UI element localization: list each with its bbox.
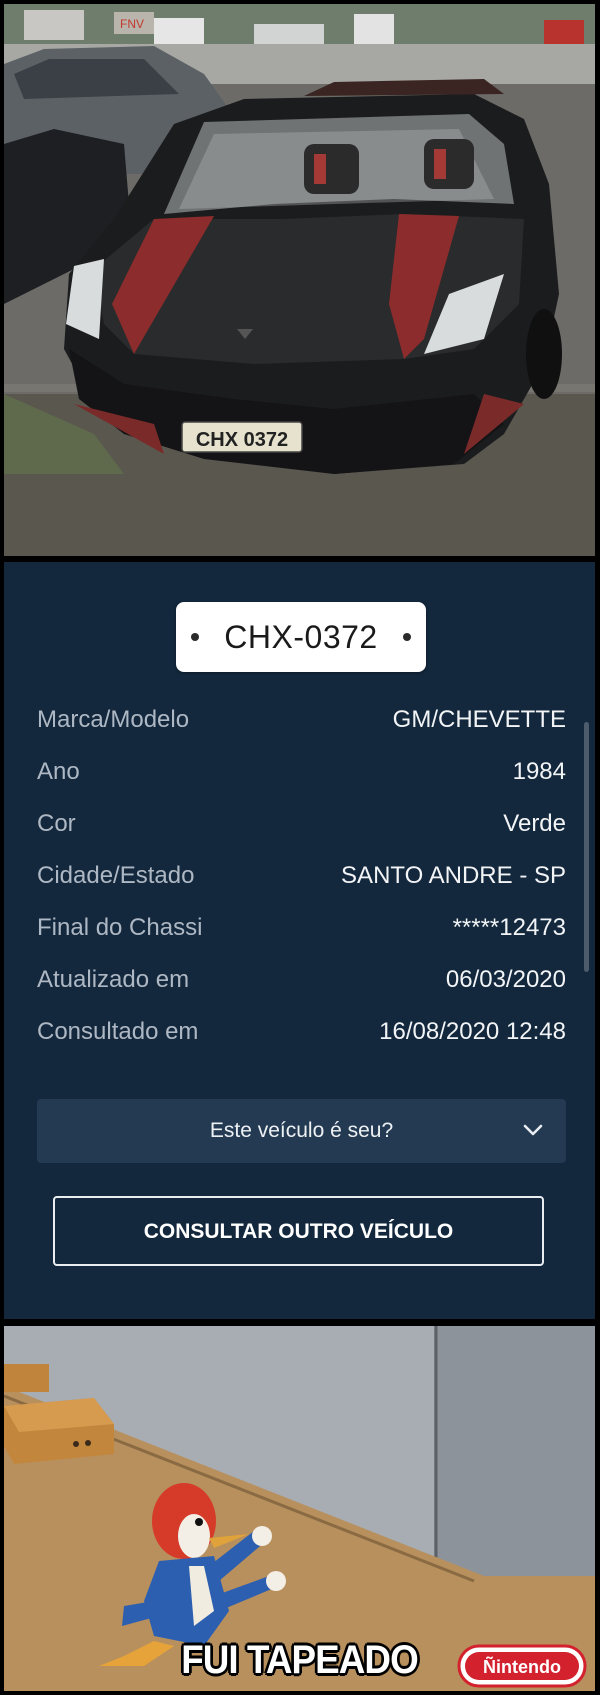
detail-label: Marca/Modelo	[37, 706, 190, 733]
detail-value: Verde	[503, 810, 566, 837]
detail-value: 06/03/2020	[445, 966, 566, 993]
detail-row-atualizado: Atualizado em 06/03/2020	[37, 954, 566, 1006]
detail-value: 1984	[512, 758, 566, 785]
detail-row-cidade-estado: Cidade/Estado SANTO ANDRE - SP	[37, 850, 566, 902]
detail-row-consultado: Consultado em 16/08/2020 12:48	[37, 1006, 566, 1058]
detail-row-final-chassi: Final do Chassi *****12473	[37, 902, 566, 954]
ownership-question-label: Este veículo é seu?	[209, 1119, 394, 1142]
detail-label: Cidade/Estado	[37, 862, 195, 889]
vehicle-details-list: Marca/Modelo GM/CHEVETTE Ano 1984 Cor Ve…	[37, 694, 566, 1058]
logo-text: Ñintendo	[483, 1656, 561, 1677]
car-photo: FNV CHX 0372	[4, 4, 595, 556]
nintendo-parody-logo: Ñintendo	[457, 1644, 587, 1688]
detail-value: 16/08/2020 12:48	[379, 1018, 566, 1045]
plate-number: CHX-0372	[224, 619, 378, 655]
ownership-question-dropdown[interactable]: Este veículo é seu?	[37, 1099, 566, 1163]
meme-image: FUI TAPEADO Ñintendo	[4, 1326, 595, 1691]
street-sign-text: FNV	[120, 17, 144, 31]
plate-badge: CHX-0372	[176, 602, 426, 672]
detail-label: Ano	[37, 758, 80, 785]
detail-value: SANTO ANDRE - SP	[341, 862, 566, 889]
scrollbar[interactable]	[584, 722, 589, 972]
detail-label: Atualizado em	[37, 966, 190, 993]
detail-row-marca-modelo: Marca/Modelo GM/CHEVETTE	[37, 694, 566, 746]
consult-button-label: CONSULTAR OUTRO VEÍCULO	[143, 1220, 454, 1243]
detail-value: *****12473	[452, 914, 566, 941]
chevron-down-icon	[522, 1119, 544, 1146]
vehicle-info-panel: CHX-0372 Marca/Modelo GM/CHEVETTE Ano 19…	[4, 562, 595, 1319]
detail-value: GM/CHEVETTE	[392, 706, 566, 733]
detail-label: Cor	[37, 810, 76, 837]
detail-row-cor: Cor Verde	[37, 798, 566, 850]
detail-row-ano: Ano 1984	[37, 746, 566, 798]
car-license-plate-text: CHX 0372	[196, 429, 288, 451]
consult-another-vehicle-button[interactable]: CONSULTAR OUTRO VEÍCULO	[53, 1196, 544, 1266]
plate-dot-right	[403, 633, 411, 641]
meme-illustration	[4, 1326, 595, 1691]
car-photo-illustration: FNV CHX 0372	[4, 4, 595, 556]
detail-label: Consultado em	[37, 1018, 199, 1045]
detail-label: Final do Chassi	[37, 914, 203, 941]
